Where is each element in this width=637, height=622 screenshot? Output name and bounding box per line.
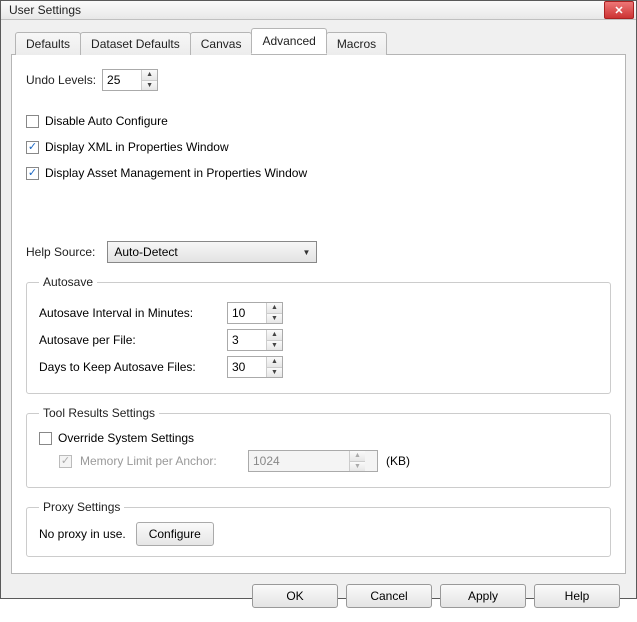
tool-results-legend: Tool Results Settings [39,406,159,420]
help-source-value: Auto-Detect [114,245,177,259]
undo-levels-input[interactable] [103,70,141,90]
window-title: User Settings [9,3,81,17]
memory-limit-checkbox [59,455,72,468]
autosave-per-file-spinner[interactable]: ▲▼ [227,329,283,351]
autosave-per-file-input[interactable] [228,330,266,350]
tab-canvas[interactable]: Canvas [190,32,253,55]
override-system-settings-checkbox[interactable] [39,432,52,445]
autosave-interval-label: Autosave Interval in Minutes: [39,306,219,320]
tab-advanced[interactable]: Advanced [251,28,326,54]
content-area: Defaults Dataset Defaults Canvas Advance… [1,20,636,622]
chevron-up-icon[interactable]: ▲ [267,357,282,368]
help-source-row: Help Source: Auto-Detect ▼ [26,241,611,263]
chevron-up-icon[interactable]: ▲ [267,330,282,341]
chevron-down-icon[interactable]: ▼ [267,341,282,351]
autosave-group: Autosave Autosave Interval in Minutes: ▲… [26,275,611,394]
memory-limit-label: Memory Limit per Anchor: [80,454,240,468]
tool-results-group: Tool Results Settings Override System Se… [26,406,611,488]
tabstrip: Defaults Dataset Defaults Canvas Advance… [11,30,626,54]
help-button[interactable]: Help [534,584,620,608]
proxy-status-text: No proxy in use. [39,527,126,541]
display-xml-label: Display XML in Properties Window [45,140,229,154]
autosave-days-keep-spinner[interactable]: ▲▼ [227,356,283,378]
display-asset-mgmt-label: Display Asset Management in Properties W… [45,166,307,180]
chevron-down-icon[interactable]: ▼ [267,368,282,378]
ok-button[interactable]: OK [252,584,338,608]
display-xml-checkbox[interactable] [26,141,39,154]
apply-button[interactable]: Apply [440,584,526,608]
dialog-button-bar: OK Cancel Apply Help [11,574,626,614]
chevron-down-icon[interactable]: ▼ [142,81,157,91]
titlebar: User Settings ✕ [1,1,636,20]
autosave-per-file-label: Autosave per File: [39,333,219,347]
undo-levels-label: Undo Levels: [26,73,96,87]
close-icon[interactable]: ✕ [604,1,634,19]
user-settings-window: User Settings ✕ Defaults Dataset Default… [0,0,637,599]
chevron-down-icon[interactable]: ▼ [267,314,282,324]
undo-levels-row: Undo Levels: ▲ ▼ [26,69,611,91]
memory-limit-unit: (KB) [386,454,410,468]
memory-limit-input [249,451,349,471]
tab-dataset-defaults[interactable]: Dataset Defaults [80,32,191,55]
chevron-down-icon: ▼ [350,462,365,472]
chevron-down-icon: ▼ [302,248,310,257]
cancel-button[interactable]: Cancel [346,584,432,608]
autosave-interval-spinner[interactable]: ▲▼ [227,302,283,324]
chevron-up-icon: ▲ [350,451,365,462]
chevron-up-icon[interactable]: ▲ [142,70,157,81]
chevron-up-icon[interactable]: ▲ [267,303,282,314]
tab-macros[interactable]: Macros [326,32,387,55]
proxy-settings-legend: Proxy Settings [39,500,124,514]
memory-limit-spinner: ▲▼ [248,450,378,472]
help-source-select[interactable]: Auto-Detect ▼ [107,241,317,263]
autosave-days-keep-input[interactable] [228,357,266,377]
disable-auto-configure-checkbox[interactable] [26,115,39,128]
help-source-label: Help Source: [26,245,95,259]
override-system-settings-label: Override System Settings [58,431,194,445]
undo-levels-spinner[interactable]: ▲ ▼ [102,69,158,91]
autosave-days-keep-label: Days to Keep Autosave Files: [39,360,219,374]
disable-auto-configure-label: Disable Auto Configure [45,114,168,128]
tab-panel-advanced: Undo Levels: ▲ ▼ Disable Auto Configure … [11,54,626,574]
display-asset-mgmt-checkbox[interactable] [26,167,39,180]
proxy-settings-group: Proxy Settings No proxy in use. Configur… [26,500,611,557]
autosave-interval-input[interactable] [228,303,266,323]
configure-proxy-button[interactable]: Configure [136,522,214,546]
tab-defaults[interactable]: Defaults [15,32,81,55]
autosave-legend: Autosave [39,275,97,289]
